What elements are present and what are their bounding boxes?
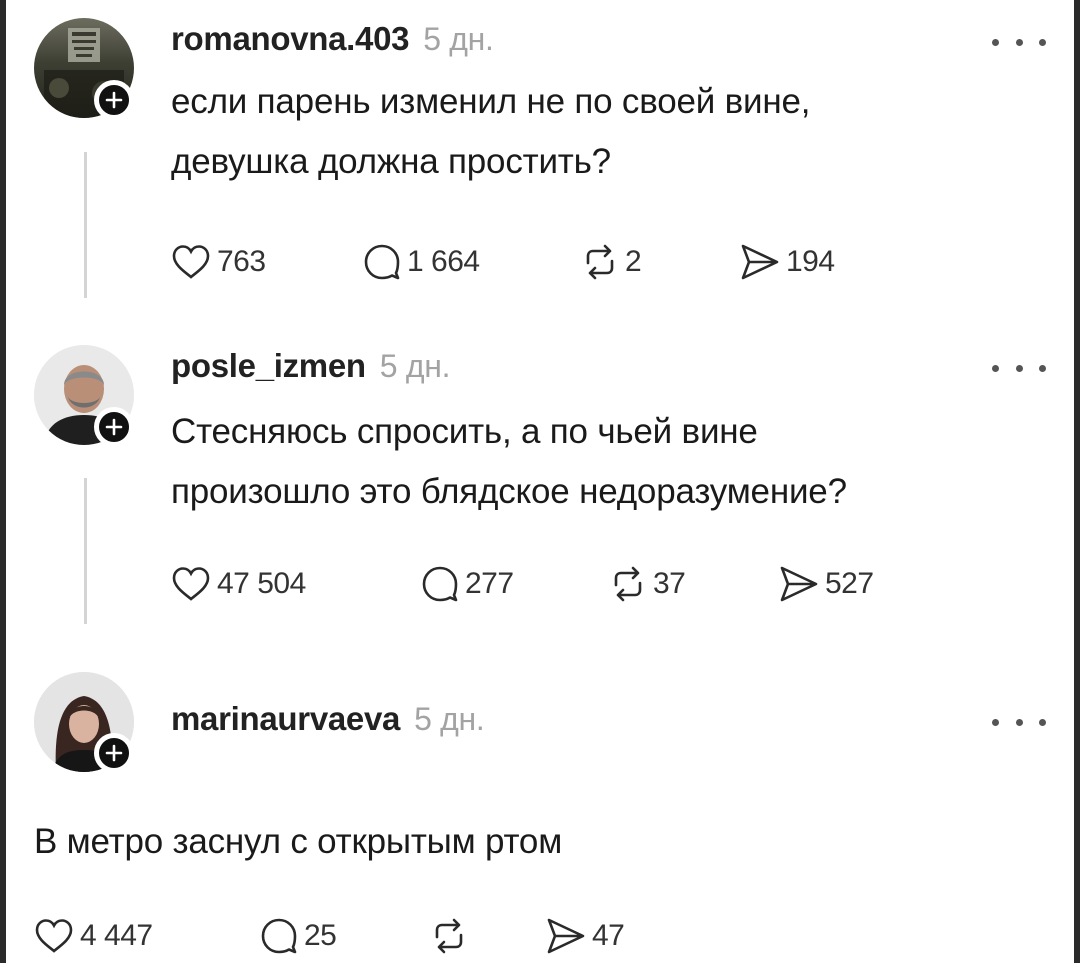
plus-icon <box>105 91 123 109</box>
follow-plus-button[interactable] <box>94 407 134 447</box>
follow-plus-button[interactable] <box>94 733 134 773</box>
repost-icon <box>435 918 463 954</box>
post-text-line: если парень изменил не по своей вине, <box>171 82 811 121</box>
post-actions: 47 504 277 37 527 <box>171 565 874 603</box>
post-text-line: В метро заснул с открытым ртом <box>34 822 563 861</box>
more-options-icon[interactable] <box>992 32 1046 52</box>
share-button[interactable]: 194 <box>740 243 835 281</box>
share-button[interactable]: 527 <box>779 565 874 603</box>
repost-count: 37 <box>653 567 686 600</box>
plus-icon <box>105 744 123 762</box>
repost-count: 2 <box>625 245 642 278</box>
repost-icon <box>614 566 642 602</box>
share-count: 194 <box>786 245 835 278</box>
more-options-icon[interactable] <box>992 712 1046 732</box>
thread-line <box>84 478 87 624</box>
thread-line <box>84 152 87 298</box>
comment-icon <box>364 244 400 280</box>
threads-feed: romanovna.403 5 дн. если парень изменил н… <box>6 0 1074 963</box>
username-row: romanovna.403 5 дн. <box>171 20 494 58</box>
share-icon <box>547 918 585 954</box>
heart-icon <box>35 919 73 953</box>
post-text: Стесняюсь спросить, а по чьей вине произ… <box>171 402 847 522</box>
post-time: 5 дн. <box>423 21 494 57</box>
like-count: 47 504 <box>217 567 306 600</box>
more-options-icon[interactable] <box>992 358 1046 378</box>
post-text: если парень изменил не по своей вине, де… <box>171 72 810 192</box>
follow-plus-button[interactable] <box>94 80 134 120</box>
username-row: posle_izmen 5 дн. <box>171 347 451 385</box>
username[interactable]: marinaurvaeva <box>171 700 400 737</box>
heart-icon <box>172 567 210 601</box>
post-text: В метро заснул с открытым ртом <box>34 812 562 872</box>
repost-button[interactable]: 2 <box>581 243 740 281</box>
post-time: 5 дн. <box>379 348 451 384</box>
reply-count: 1 664 <box>407 245 480 278</box>
like-button[interactable]: 47 504 <box>171 566 421 602</box>
post-time: 5 дн. <box>414 701 485 737</box>
share-icon <box>741 244 779 280</box>
plus-icon <box>105 418 123 436</box>
repost-button[interactable]: 37 <box>609 565 779 603</box>
post-text-line: девушка должна простить? <box>171 142 611 181</box>
repost-icon <box>586 244 614 280</box>
like-button[interactable]: 4 447 <box>34 918 260 954</box>
comment-icon <box>422 566 458 602</box>
reply-button[interactable]: 277 <box>421 565 609 603</box>
heart-icon <box>172 245 210 279</box>
reply-button[interactable]: 25 <box>260 917 430 955</box>
reply-count: 277 <box>465 567 514 600</box>
share-icon <box>780 566 818 602</box>
like-count: 4 447 <box>80 919 153 952</box>
post-text-line: Стесняюсь спросить, а по чьей вине <box>171 412 758 451</box>
post-text-line: произошло это блядское недоразумение? <box>171 472 847 511</box>
share-button[interactable]: 47 <box>546 917 625 955</box>
username-row: marinaurvaeva 5 дн. <box>171 700 485 738</box>
comment-icon <box>261 918 297 954</box>
username[interactable]: posle_izmen <box>171 347 366 384</box>
like-button[interactable]: 763 <box>171 244 363 280</box>
share-count: 47 <box>592 919 625 952</box>
share-count: 527 <box>825 567 874 600</box>
post-actions: 763 1 664 2 194 <box>171 243 835 281</box>
reply-button[interactable]: 1 664 <box>363 243 581 281</box>
username[interactable]: romanovna.403 <box>171 20 410 57</box>
repost-button[interactable] <box>430 917 546 955</box>
like-count: 763 <box>217 245 266 278</box>
post-actions: 4 447 25 47 <box>34 917 625 955</box>
reply-count: 25 <box>304 919 337 952</box>
